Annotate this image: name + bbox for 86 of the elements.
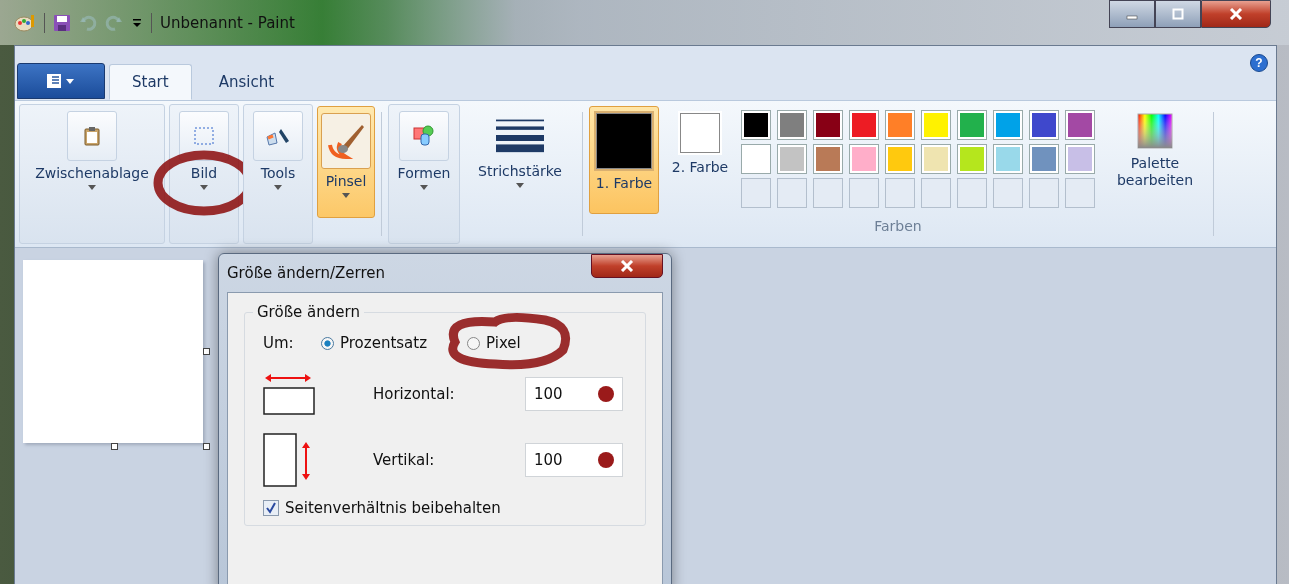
palette-swatch[interactable]	[849, 144, 879, 174]
caret-icon	[274, 185, 282, 190]
ribbon-group-button[interactable]: Strichstärke	[464, 104, 576, 244]
radio-button[interactable]	[321, 336, 334, 350]
palette-swatch[interactable]	[957, 144, 987, 174]
radio-button[interactable]	[467, 336, 481, 350]
close-icon	[620, 260, 634, 272]
palette-swatch[interactable]	[993, 110, 1023, 140]
resize-handle[interactable]	[111, 443, 118, 450]
ribbon-group-button[interactable]: Pinsel	[317, 106, 375, 218]
radio-option[interactable]: Prozentsatz	[321, 334, 428, 352]
ribbon-tab[interactable]: Ansicht	[195, 64, 298, 100]
paint-palette-icon[interactable]	[14, 12, 36, 33]
window-title: Unbenannt - Paint	[160, 13, 295, 32]
menu-icon	[46, 73, 76, 89]
group-box-label: Größe ändern	[256, 303, 361, 321]
caret-icon	[420, 185, 428, 190]
empty-palette-slot[interactable]	[885, 178, 915, 208]
shapes-icon	[413, 125, 435, 147]
checkbox[interactable]: Seitenverhältnis beibehalten	[253, 499, 637, 517]
application-menu-button[interactable]	[17, 63, 105, 99]
empty-palette-slot[interactable]	[1065, 178, 1095, 208]
empty-palette-slot[interactable]	[741, 178, 771, 208]
ribbon-group-button[interactable]: Tools	[243, 104, 313, 244]
minimize-button[interactable]	[1109, 0, 1155, 28]
empty-palette-slot[interactable]	[921, 178, 951, 208]
horizontal-resize-icon	[261, 372, 317, 416]
redo-icon[interactable]	[105, 13, 123, 32]
minimize-icon	[1126, 14, 1138, 20]
empty-palette-slot[interactable]	[777, 178, 807, 208]
radio-option[interactable]: Pixel	[467, 334, 521, 352]
palette-swatch[interactable]	[1029, 144, 1059, 174]
number-field[interactable]: 100	[525, 377, 623, 411]
palette-swatch[interactable]	[1065, 144, 1095, 174]
field-label: Vertikal:	[372, 451, 436, 469]
clipboard-icon	[84, 126, 100, 146]
resize-by-label: Um:	[262, 334, 295, 352]
palette-swatch[interactable]	[885, 144, 915, 174]
palette-swatch[interactable]	[813, 110, 843, 140]
maximize-icon	[1172, 8, 1184, 20]
close-button[interactable]	[1201, 0, 1271, 28]
empty-palette-slot[interactable]	[993, 178, 1023, 208]
field-label: Horizontal:	[372, 385, 456, 403]
empty-palette-slot[interactable]	[849, 178, 879, 208]
empty-palette-slot[interactable]	[813, 178, 843, 208]
color-slot-button[interactable]: 1. Farbe	[589, 106, 659, 214]
annotation-dot	[598, 452, 614, 468]
palette-swatch[interactable]	[741, 110, 771, 140]
palette-swatch[interactable]	[777, 110, 807, 140]
palette-swatch[interactable]	[921, 110, 951, 140]
checkmark-icon	[265, 502, 277, 514]
palette-swatch[interactable]	[885, 110, 915, 140]
annotation-dot	[598, 386, 614, 402]
resize-handle[interactable]	[203, 348, 210, 355]
dialog-title: Größe ändern/Zerren	[227, 264, 385, 282]
save-icon[interactable]	[53, 13, 71, 32]
caret-icon	[342, 193, 350, 198]
palette-swatch[interactable]	[777, 144, 807, 174]
maximize-button[interactable]	[1155, 0, 1201, 28]
empty-palette-slot[interactable]	[957, 178, 987, 208]
color-slot-button[interactable]: 2. Farbe	[665, 106, 735, 214]
group-label: Farben	[874, 218, 922, 234]
palette-swatch[interactable]	[921, 144, 951, 174]
color-spectrum-icon	[1137, 113, 1173, 149]
caret-icon	[88, 185, 96, 190]
ribbon-group-button[interactable]: Zwischenablage	[19, 104, 165, 244]
palette-swatch[interactable]	[1029, 110, 1059, 140]
caret-icon	[200, 185, 208, 190]
caret-icon	[516, 183, 524, 188]
palette-swatch[interactable]	[741, 144, 771, 174]
palette-swatch[interactable]	[993, 144, 1023, 174]
palette-swatch[interactable]	[849, 110, 879, 140]
ribbon-group-button[interactable]: Formen	[388, 104, 460, 244]
palette-swatch[interactable]	[957, 110, 987, 140]
edit-palette-button[interactable]: Palette bearbeiten	[1103, 106, 1207, 214]
customize-caret-icon[interactable]	[131, 16, 143, 29]
palette-swatch[interactable]	[813, 144, 843, 174]
palette-swatch[interactable]	[1065, 110, 1095, 140]
help-button[interactable]: ?	[1250, 54, 1268, 72]
resize-handle[interactable]	[203, 443, 210, 450]
selection-icon	[194, 127, 214, 145]
close-icon	[1229, 8, 1243, 20]
ribbon-tab[interactable]: Start	[109, 64, 192, 100]
empty-palette-slot[interactable]	[1029, 178, 1059, 208]
number-field[interactable]: 100	[525, 443, 623, 477]
close-button[interactable]	[591, 254, 663, 278]
